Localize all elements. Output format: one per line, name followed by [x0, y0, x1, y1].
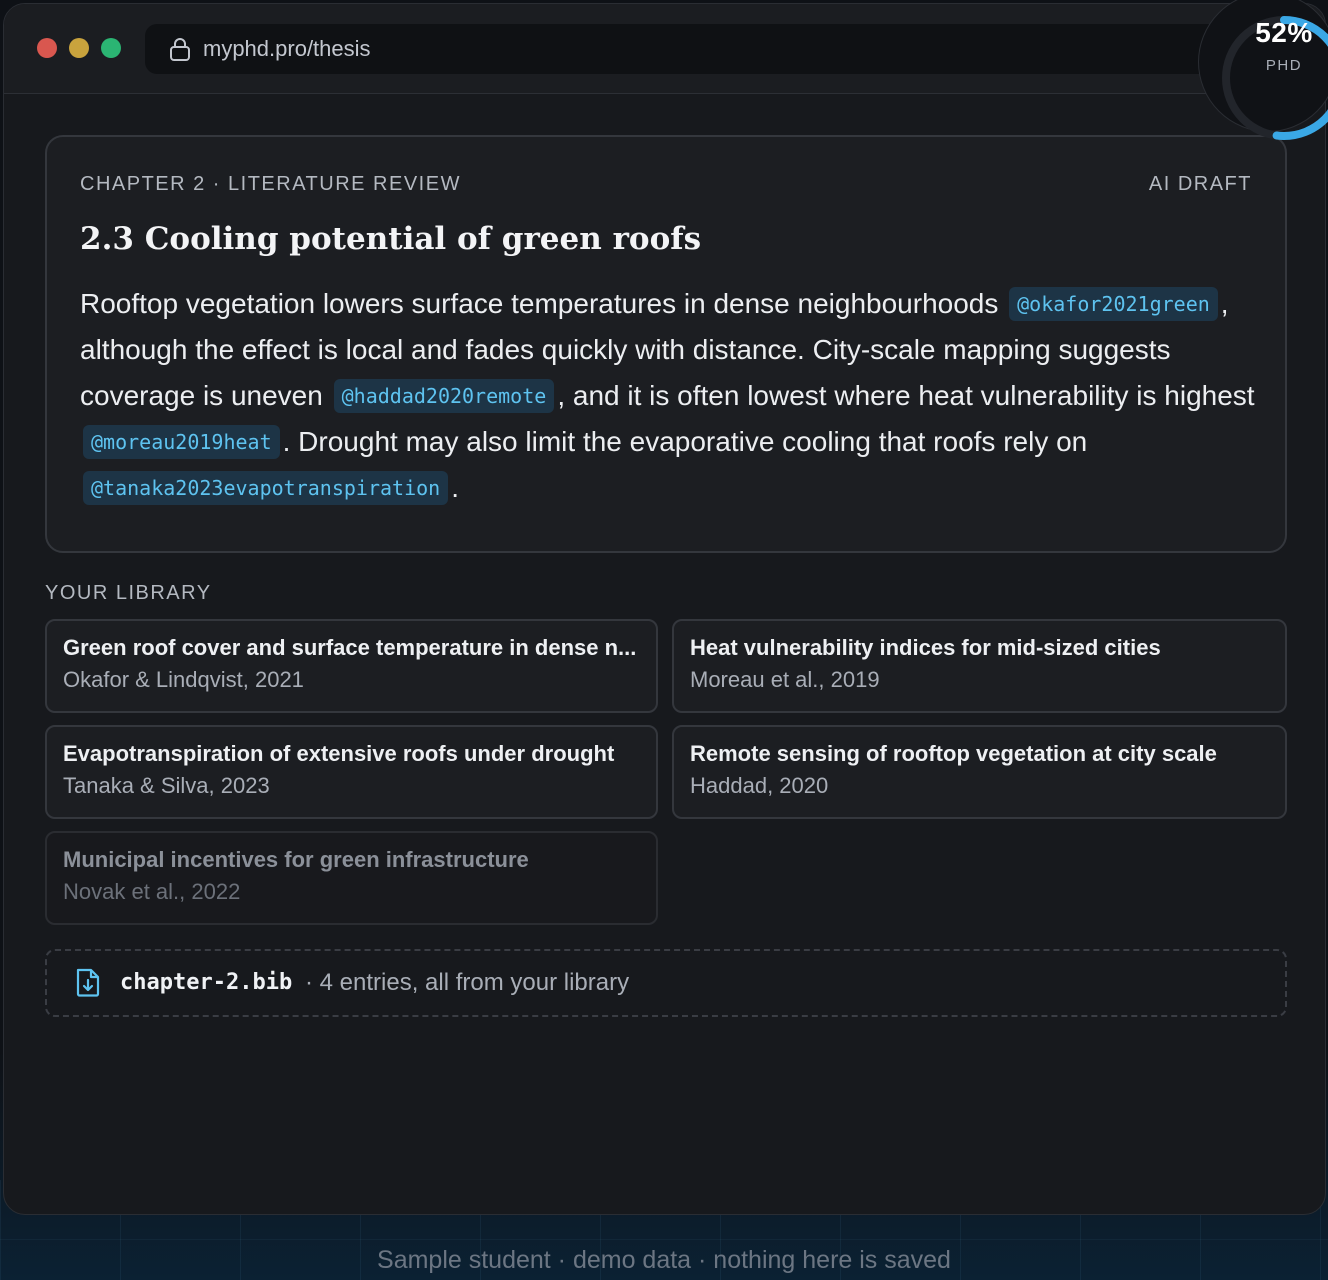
progress-percent: 52%	[1255, 17, 1313, 48]
citation-chip[interactable]: @moreau2019heat	[83, 425, 280, 459]
library-item-title: Municipal incentives for green infrastru…	[63, 847, 529, 872]
ai-draft-tag: AI DRAFT	[1148, 173, 1252, 195]
phd-progress-ring: 52% PHD	[1198, 0, 1328, 140]
citation-chip[interactable]: @okafor2021green	[1009, 287, 1218, 321]
paragraph-text: , and it is often lowest where heat vuln…	[557, 380, 1255, 411]
bib-meta: · 4 entries, all from your library	[305, 969, 630, 996]
library-item-uncited[interactable]: Municipal incentives for green infrastru…	[45, 831, 658, 925]
library-item-authors: Haddad, 2020	[690, 773, 829, 798]
library-item[interactable]: Heat vulnerability indices for mid-sized…	[672, 619, 1287, 713]
section-title: 2.3 Cooling potential of green roofs	[80, 221, 702, 257]
library-item-title: Evapotranspiration of extensive roofs un…	[63, 741, 615, 766]
library-item[interactable]: Green roof cover and surface temperature…	[45, 619, 658, 713]
library-heading: YOUR LIBRARY	[45, 582, 212, 604]
library-item-authors: Okafor & Lindqvist, 2021	[63, 667, 304, 692]
close-window-button[interactable]	[37, 38, 57, 58]
library-item-authors: Moreau et al., 2019	[690, 667, 880, 692]
library-item[interactable]: Remote sensing of rooftop vegetation at …	[672, 725, 1287, 819]
citation-chip[interactable]: @haddad2020remote	[333, 379, 555, 413]
maximize-window-button[interactable]	[101, 38, 121, 58]
draft-card: CHAPTER 2 · LITERATURE REVIEW AI DRAFT 2…	[45, 135, 1287, 553]
browser-titlebar: myphd.pro/thesis	[4, 4, 1325, 94]
paragraph-text: Rooftop vegetation lowers surface temper…	[80, 288, 1007, 319]
footer-note: Sample student · demo data · nothing her…	[377, 1246, 951, 1274]
lock-icon	[170, 38, 190, 61]
file-download-icon	[76, 968, 100, 997]
bib-export[interactable]: chapter-2.bib · 4 entries, all from your…	[45, 949, 1287, 1017]
paragraph-text: . Drought may also limit the evaporative…	[282, 426, 1088, 457]
paragraph-text: .	[451, 472, 459, 503]
library-item-title: Heat vulnerability indices for mid-sized…	[690, 635, 1161, 660]
minimize-window-button[interactable]	[69, 38, 89, 58]
library-item[interactable]: Evapotranspiration of extensive roofs un…	[45, 725, 658, 819]
progress-label: PHD	[1265, 57, 1303, 74]
library-item-title: Green roof cover and surface temperature…	[63, 635, 637, 660]
draft-paragraph: Rooftop vegetation lowers surface temper…	[80, 281, 1260, 511]
library-item-authors: Novak et al., 2022	[63, 879, 241, 904]
bib-filename: chapter-2.bib	[120, 970, 293, 995]
address-bar[interactable]: myphd.pro/thesis	[145, 24, 1245, 74]
citation-chip[interactable]: @tanaka2023evapotranspiration	[83, 471, 449, 505]
browser-window: myphd.pro/thesis CHAPTER 2 · LITERATURE …	[3, 3, 1326, 1215]
chapter-eyebrow: CHAPTER 2 · LITERATURE REVIEW	[80, 173, 461, 195]
url-text: myphd.pro/thesis	[203, 36, 371, 61]
library-item-title: Remote sensing of rooftop vegetation at …	[690, 741, 1217, 766]
library-item-authors: Tanaka & Silva, 2023	[63, 773, 270, 798]
